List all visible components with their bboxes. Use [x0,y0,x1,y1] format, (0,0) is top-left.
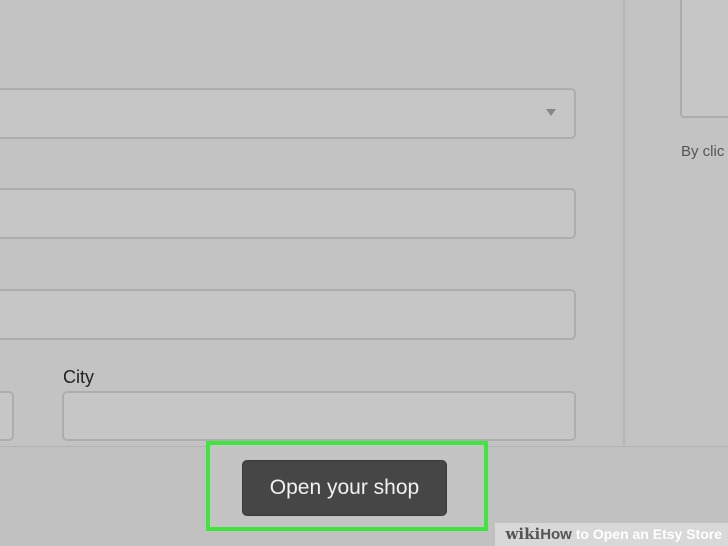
form-panel: City [0,0,624,446]
address-line-2-input[interactable] [0,289,576,340]
open-your-shop-button[interactable]: Open your shop [242,460,447,516]
address-input[interactable] [0,188,576,239]
chevron-down-icon [546,109,556,116]
preview-box [680,0,728,118]
watermark-wiki: wiki [505,525,541,543]
wikihow-watermark: wikiHow to Open an Etsy Store [495,523,728,546]
country-select[interactable] [0,88,576,139]
partial-input[interactable] [0,391,14,441]
terms-text: By clic [681,143,725,160]
city-input[interactable] [62,391,576,441]
watermark-how: How [540,526,572,543]
city-label: City [63,367,94,387]
watermark-title: to Open an Etsy Store [571,526,722,542]
